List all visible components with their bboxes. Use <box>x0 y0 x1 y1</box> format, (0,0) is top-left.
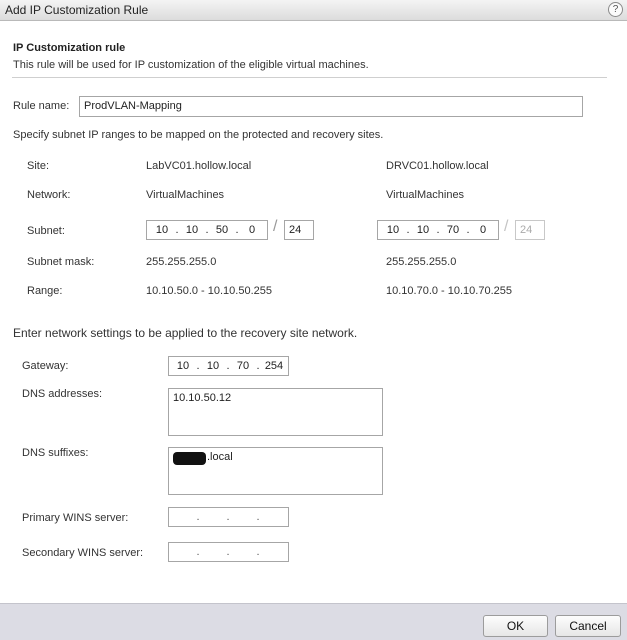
protected-site-value: LabVC01.hollow.local <box>146 160 252 172</box>
ok-button[interactable]: OK <box>483 615 548 637</box>
protected-prefix-input[interactable]: 24 <box>284 220 314 240</box>
subnet-octet: 10 <box>155 224 169 236</box>
dialog-footer: OK Cancel <box>0 603 627 640</box>
recovery-prefix-input: 24 <box>515 220 545 240</box>
octet-dot: . <box>226 360 230 372</box>
subnet-octet: 0 <box>479 224 487 236</box>
recovery-network-value: VirtualMachines <box>386 189 465 201</box>
site-label: Site: <box>27 160 50 172</box>
dialog-title: Add IP Customization Rule <box>5 3 149 17</box>
gateway-octet: 10 <box>206 360 220 372</box>
divider <box>12 77 607 78</box>
dialog-titlebar: Add IP Customization Rule ? <box>0 0 627 21</box>
range-label: Range: <box>27 285 63 297</box>
primary-wins-label: Primary WINS server: <box>22 512 129 524</box>
help-icon[interactable]: ? <box>608 2 623 17</box>
subnet-octet: 10 <box>386 224 400 236</box>
subnet-octet: 50 <box>215 224 229 236</box>
protected-mask-value: 255.255.255.0 <box>146 256 217 268</box>
section-title: IP Customization rule <box>13 42 126 54</box>
subnet-octet: 70 <box>446 224 460 236</box>
protected-subnet-input[interactable]: 10 . 10 . 50 . 0 <box>146 220 268 240</box>
prefix-slash: / <box>273 218 278 235</box>
octet-dot: . <box>256 546 260 558</box>
octet-dot: . <box>256 511 260 523</box>
gateway-octet: 10 <box>176 360 190 372</box>
primary-wins-input[interactable]: . . . <box>168 507 289 527</box>
octet-dot: . <box>406 224 410 236</box>
octet-dot: . <box>196 360 200 372</box>
octet-dot: . <box>196 546 200 558</box>
subnet-octet: 0 <box>248 224 256 236</box>
secondary-wins-input[interactable]: . . . <box>168 542 289 562</box>
dns-addresses-label: DNS addresses: <box>22 388 103 400</box>
recovery-site-value: DRVC01.hollow.local <box>386 160 489 172</box>
network-label: Network: <box>27 189 71 201</box>
cancel-button[interactable]: Cancel <box>555 615 621 637</box>
octet-dot: . <box>226 511 230 523</box>
dns-suffixes-label: DNS suffixes: <box>22 447 89 459</box>
rule-name-label: Rule name: <box>13 100 70 112</box>
protected-range-value: 10.10.50.0 - 10.10.50.255 <box>146 285 272 297</box>
octet-dot: . <box>205 224 209 236</box>
protected-network-value: VirtualMachines <box>146 189 225 201</box>
octet-dot: . <box>466 224 470 236</box>
gateway-input[interactable]: 10 . 10 . 70 . 254 <box>168 356 289 376</box>
subnet-octet: 10 <box>416 224 430 236</box>
recovery-subnet-input[interactable]: 10 . 10 . 70 . 0 <box>377 220 499 240</box>
octet-dot: . <box>436 224 440 236</box>
subnet-mask-label: Subnet mask: <box>27 256 95 268</box>
subnet-instruction: Specify subnet IP ranges to be mapped on… <box>13 129 384 141</box>
redaction-mark <box>173 452 206 465</box>
dns-addresses-textarea[interactable]: 10.10.50.12 <box>168 388 383 436</box>
octet-dot: . <box>196 511 200 523</box>
network-instruction: Enter network settings to be applied to … <box>13 326 358 340</box>
octet-dot: . <box>256 360 260 372</box>
subnet-octet: 10 <box>185 224 199 236</box>
octet-dot: . <box>175 224 179 236</box>
octet-dot: . <box>235 224 239 236</box>
dns-suffix-value: .local <box>207 451 233 463</box>
recovery-range-value: 10.10.70.0 - 10.10.70.255 <box>386 285 512 297</box>
dns-suffixes-textarea[interactable]: .local <box>168 447 383 495</box>
gateway-octet: 70 <box>236 360 250 372</box>
subnet-label: Subnet: <box>27 225 65 237</box>
secondary-wins-label: Secondary WINS server: <box>22 547 144 559</box>
octet-dot: . <box>226 546 230 558</box>
section-subtitle: This rule will be used for IP customizat… <box>13 59 369 71</box>
gateway-label: Gateway: <box>22 360 69 372</box>
recovery-mask-value: 255.255.255.0 <box>386 256 457 268</box>
gateway-octet: 254 <box>264 360 284 372</box>
prefix-slash: / <box>504 218 509 235</box>
rule-name-input[interactable]: ProdVLAN-Mapping <box>79 96 583 117</box>
